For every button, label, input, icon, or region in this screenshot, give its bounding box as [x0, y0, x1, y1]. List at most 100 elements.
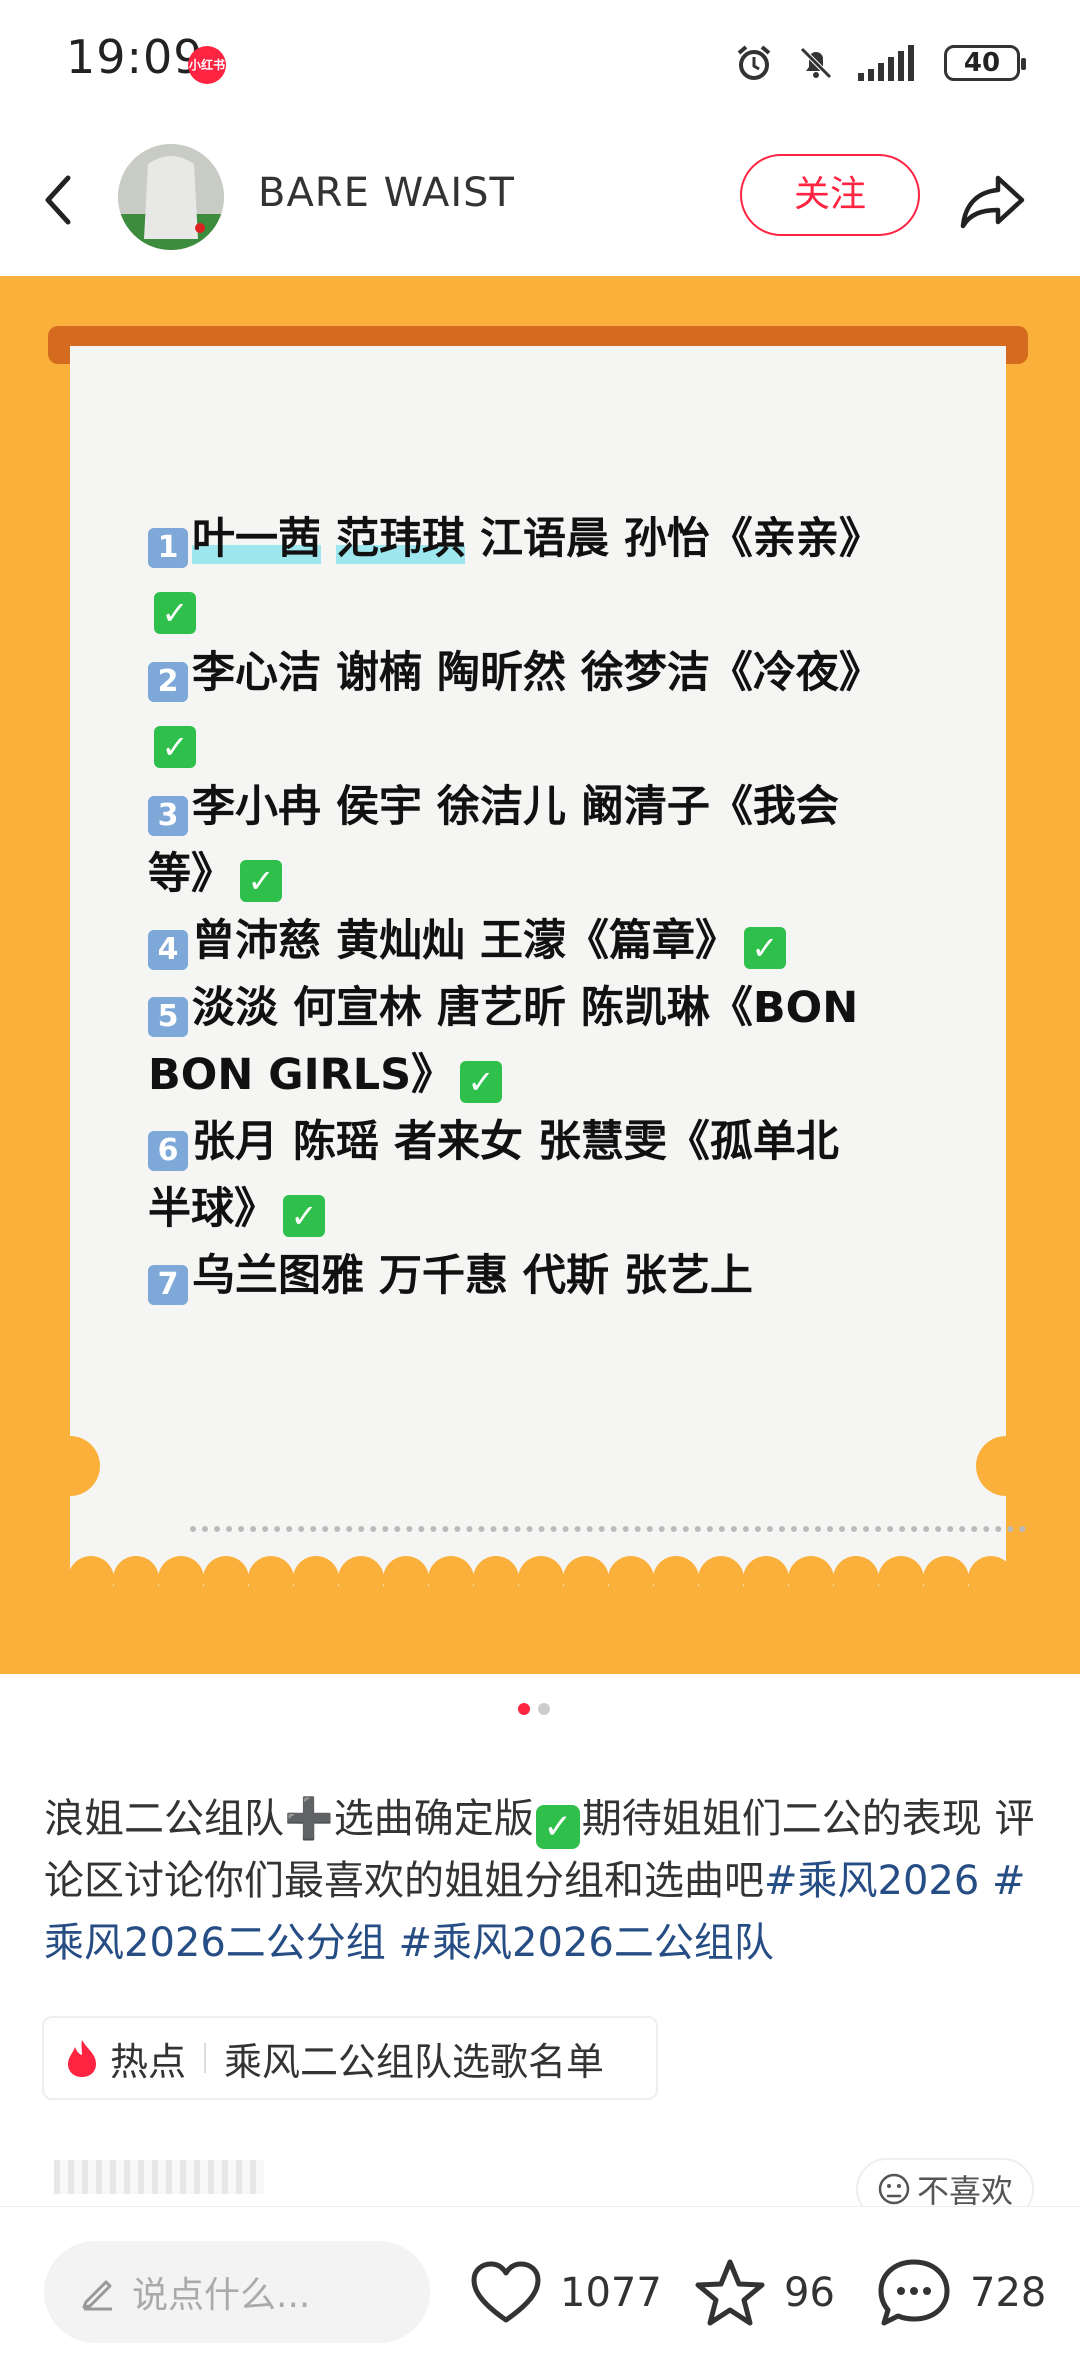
check-icon: ✓ — [460, 1061, 503, 1103]
avatar-image — [118, 144, 224, 250]
number-badge-icon: 6 — [148, 1131, 188, 1171]
list-item: ✓ — [148, 707, 948, 774]
bottom-action-bar: 说点什么... 1077 96 728 — [0, 2206, 1080, 2373]
hashtag-link[interactable]: #乘风2026 — [764, 1858, 979, 1904]
number-badge-icon: 3 — [148, 796, 188, 836]
frown-icon — [878, 2173, 910, 2205]
scallop — [698, 1556, 744, 1602]
scallop — [788, 1556, 834, 1602]
list-item: 2 李心洁 谢楠 陶昕然 徐梦洁《冷夜》 — [148, 640, 948, 707]
number-badge-icon: 7 — [148, 1265, 188, 1305]
flame-icon — [68, 2040, 96, 2077]
list-text: 李小冉 侯宇 徐洁儿 阚清子《我会 — [192, 782, 839, 832]
check-icon: ✓ — [283, 1195, 325, 1237]
number-badge-icon: 4 — [148, 930, 188, 970]
scallop — [248, 1556, 294, 1602]
scallop — [473, 1556, 519, 1602]
check-icon: ✓ — [535, 1805, 580, 1849]
number-badge-icon: 5 — [148, 997, 188, 1037]
scallop — [653, 1556, 699, 1602]
scallop — [743, 1556, 789, 1602]
scallop — [563, 1556, 609, 1602]
list-text: 等》 — [148, 849, 234, 899]
scallop — [878, 1556, 924, 1602]
list-item: 等》 ✓ — [148, 841, 948, 908]
check-icon: ✓ — [240, 860, 282, 902]
list-text: 半球》 — [148, 1184, 277, 1234]
highlight-text: 叶一茜 — [192, 514, 321, 564]
blurred-date — [54, 2160, 264, 2194]
hot-topic-chip[interactable]: 热点 乘风二公组队选歌名单 — [42, 2016, 658, 2100]
mute-icon — [800, 47, 832, 79]
follow-button[interactable]: 关注 — [740, 154, 920, 236]
note-header: BARE WAIST 关注 — [0, 130, 1080, 276]
pager-dot-active — [518, 1703, 530, 1715]
hashtag-link[interactable]: #乘风2026二公组队 — [399, 1920, 774, 1966]
number-badge-icon: 2 — [148, 662, 188, 702]
collect-count: 96 — [784, 2270, 835, 2316]
scallop — [338, 1556, 384, 1602]
list-item: 1 叶一茜 范玮琪 江语晨 孙怡《亲亲》 — [148, 506, 948, 573]
list-item: 3 李小冉 侯宇 徐洁儿 阚清子《我会 — [148, 774, 948, 841]
battery-icon: 40 — [944, 45, 1026, 81]
heart-icon — [471, 2261, 541, 2323]
comment-bubble-icon — [878, 2259, 950, 2326]
status-time: 19:09 — [66, 30, 204, 84]
scallop — [383, 1556, 429, 1602]
status-icons: 40 — [734, 40, 1026, 86]
like-button[interactable]: 1077 — [470, 2253, 662, 2333]
back-chevron-icon[interactable] — [38, 170, 78, 230]
comment-input[interactable]: 说点什么... — [44, 2241, 430, 2343]
list-item: 半球》 ✓ — [148, 1176, 948, 1243]
star-icon — [695, 2259, 765, 2326]
caption-text: 浪姐二公组队➕选曲确定版 — [44, 1796, 534, 1842]
divider — [204, 2043, 207, 2073]
number-badge-icon: 1 — [148, 528, 188, 568]
list-text: 江语晨 孙怡《亲亲》 — [464, 514, 882, 564]
list-item: 7 乌兰图雅 万千惠 代斯 张艺上 — [148, 1243, 948, 1310]
list-text: 李心洁 谢楠 陶昕然 徐梦洁《冷夜》 — [192, 648, 882, 698]
hot-topic-text: 乘风二公组队选歌名单 — [224, 2039, 605, 2084]
list-text: 张月 陈瑶 者来女 张慧雯《孤单北 — [192, 1117, 839, 1167]
note-caption: 浪姐二公组队➕选曲确定版 ✓ 期待姐姐们二公的表现 评论区讨论你们最喜欢的姐姐分组和… — [44, 1788, 1044, 1974]
scallop — [608, 1556, 654, 1602]
comment-button[interactable]: 728 — [876, 2253, 1046, 2333]
list-text: 乌兰图雅 万千惠 代斯 张艺上 — [192, 1251, 753, 1301]
list-item: 4 曾沛慈 黄灿灿 王濛《篇章》 ✓ — [148, 908, 948, 975]
scallop — [833, 1556, 879, 1602]
highlight-text: 范玮琪 — [335, 514, 465, 564]
scallop — [113, 1556, 159, 1602]
list-item: ✓ — [148, 573, 948, 640]
scallop — [968, 1556, 1014, 1602]
ticket-notch — [976, 1436, 1036, 1496]
scallop — [518, 1556, 564, 1602]
song-list: 1 叶一茜 范玮琪 江语晨 孙怡《亲亲》 ✓ 2 李心洁 谢楠 陶昕然 徐梦洁《冷夜… — [148, 506, 948, 1310]
perforation-line — [190, 1526, 1026, 1532]
comment-placeholder: 说点什么... — [132, 2275, 311, 2316]
scallop — [923, 1556, 969, 1602]
paper-sheet: 1 叶一茜 范玮琪 江语晨 孙怡《亲亲》 ✓ 2 李心洁 谢楠 陶昕然 徐梦洁《冷夜… — [70, 346, 1026, 1586]
signal-icon — [858, 45, 914, 81]
avatar[interactable] — [118, 144, 224, 250]
scallop — [68, 1556, 114, 1602]
list-item: BON GIRLS》 ✓ — [148, 1042, 948, 1109]
check-icon: ✓ — [743, 927, 786, 969]
pager-dot — [538, 1703, 550, 1715]
comment-count: 728 — [970, 2270, 1047, 2316]
list-text: 淡淡 何宣林 唐艺昕 陈凯琳《BON — [192, 983, 859, 1033]
author-name[interactable]: BARE WAIST — [258, 170, 515, 216]
scallop — [428, 1556, 474, 1602]
alarm-icon — [737, 45, 771, 80]
share-icon[interactable] — [958, 170, 1028, 230]
note-image[interactable]: 1 叶一茜 范玮琪 江语晨 孙怡《亲亲》 ✓ 2 李心洁 谢楠 陶昕然 徐梦洁《冷夜… — [0, 276, 1080, 1674]
list-text: 曾沛慈 黄灿灿 王濛《篇章》 — [192, 916, 738, 966]
status-bar: 19:09 小红书 40 — [0, 0, 1080, 130]
scallop — [158, 1556, 204, 1602]
scallop — [203, 1556, 249, 1602]
list-item: 5 淡淡 何宣林 唐艺昕 陈凯琳《BON — [148, 975, 948, 1042]
collect-button[interactable]: 96 — [694, 2253, 835, 2333]
like-count: 1077 — [560, 2270, 662, 2316]
ticket-notch — [40, 1436, 100, 1496]
check-icon: ✓ — [154, 592, 196, 634]
pencil-icon — [82, 2280, 112, 2311]
